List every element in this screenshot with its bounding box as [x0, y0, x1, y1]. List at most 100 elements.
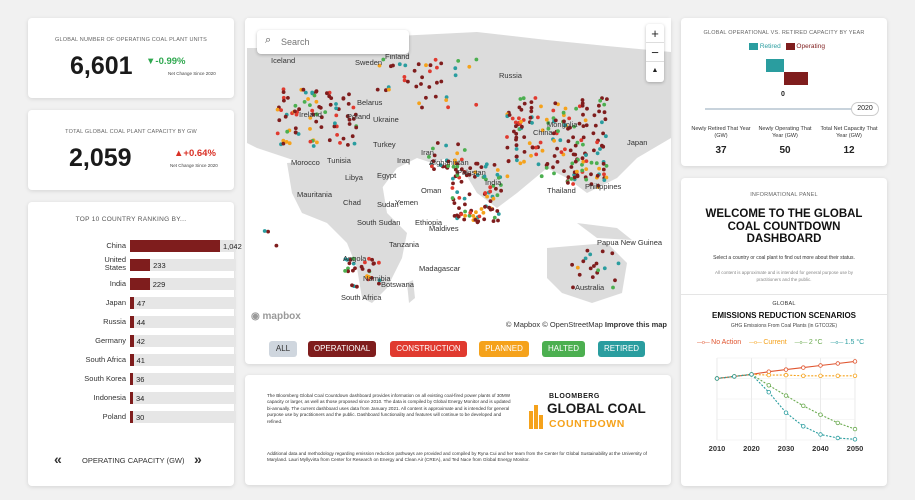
coal-plant-marker[interactable] — [462, 148, 467, 152]
coal-plant-marker[interactable] — [354, 125, 359, 130]
coal-plant-marker[interactable] — [266, 229, 270, 234]
coal-plant-marker[interactable] — [594, 161, 599, 166]
coal-plant-marker[interactable] — [416, 62, 421, 67]
scenario-legend-item[interactable]: —o— 1.5 °C — [831, 339, 865, 346]
scenario-legend-item[interactable]: —o— No Action — [697, 339, 741, 346]
coal-plant-marker[interactable] — [506, 159, 511, 164]
coal-plant-marker[interactable] — [530, 121, 534, 125]
coal-plant-marker[interactable] — [355, 284, 359, 289]
coal-plant-marker[interactable] — [314, 99, 319, 104]
coal-plant-marker[interactable] — [319, 125, 324, 129]
ranking-row[interactable]: South Korea 36 — [28, 373, 258, 385]
coal-plant-marker[interactable] — [605, 97, 609, 101]
coal-plant-marker[interactable] — [450, 196, 455, 200]
coal-plant-marker[interactable] — [519, 119, 523, 124]
coal-plant-marker[interactable] — [459, 179, 464, 184]
coal-plant-marker[interactable] — [317, 105, 322, 109]
coal-plant-marker[interactable] — [403, 63, 408, 68]
coal-plant-marker[interactable] — [562, 169, 566, 174]
coal-plant-marker[interactable] — [600, 143, 604, 148]
coal-plant-marker[interactable] — [474, 210, 478, 215]
coal-plant-marker[interactable] — [420, 105, 424, 110]
coal-plant-marker[interactable] — [495, 209, 500, 213]
coal-plant-marker[interactable] — [581, 259, 586, 264]
coal-plant-marker[interactable] — [310, 90, 315, 95]
coal-plant-marker[interactable] — [514, 135, 519, 140]
coal-plant-marker[interactable] — [285, 129, 290, 134]
coal-plant-marker[interactable] — [538, 140, 543, 145]
coal-plant-marker[interactable] — [450, 186, 455, 190]
coal-plant-marker[interactable] — [457, 196, 462, 200]
coal-plant-marker[interactable] — [446, 105, 450, 110]
coal-plant-marker[interactable] — [518, 161, 523, 166]
coal-plant-marker[interactable] — [603, 117, 608, 122]
data-point[interactable] — [801, 373, 806, 378]
coal-plant-marker[interactable] — [412, 68, 417, 73]
coal-plant-marker[interactable] — [552, 171, 556, 176]
coal-plant-marker[interactable] — [566, 139, 571, 144]
coal-plant-marker[interactable] — [492, 215, 497, 220]
coal-plant-marker[interactable] — [293, 103, 298, 108]
coal-plant-marker[interactable] — [301, 87, 306, 92]
coal-plant-marker[interactable] — [406, 79, 410, 84]
coal-plant-marker[interactable] — [577, 272, 582, 277]
coal-plant-marker[interactable] — [505, 174, 510, 179]
coal-plant-marker[interactable] — [467, 64, 472, 69]
search-box[interactable]: ⌕ — [257, 30, 409, 54]
coal-plant-marker[interactable] — [435, 141, 440, 145]
coal-plant-marker[interactable] — [350, 134, 355, 139]
data-point[interactable] — [852, 426, 858, 432]
coal-plant-marker[interactable] — [594, 261, 599, 266]
coal-plant-marker[interactable] — [522, 150, 527, 154]
coal-plant-marker[interactable] — [520, 124, 524, 129]
coal-plant-marker[interactable] — [459, 212, 464, 217]
coal-plant-marker[interactable] — [279, 108, 283, 112]
coal-plant-marker[interactable] — [314, 89, 318, 94]
coal-plant-marker[interactable] — [350, 283, 354, 288]
coal-plant-marker[interactable] — [334, 102, 338, 106]
coal-plant-marker[interactable] — [580, 98, 585, 102]
coal-plant-marker[interactable] — [293, 109, 297, 114]
coal-plant-marker[interactable] — [433, 94, 438, 99]
coal-plant-marker[interactable] — [308, 103, 312, 107]
coal-plant-marker[interactable] — [456, 142, 460, 147]
coal-plant-marker[interactable] — [522, 135, 527, 139]
coal-plant-marker[interactable] — [593, 123, 598, 128]
coal-plant-marker[interactable] — [575, 265, 580, 270]
coal-plant-marker[interactable] — [397, 62, 402, 67]
coal-plant-marker[interactable] — [327, 138, 332, 143]
coal-plant-marker[interactable] — [468, 210, 473, 215]
coal-plant-marker[interactable] — [551, 108, 556, 113]
coal-plant-marker[interactable] — [424, 95, 428, 100]
coal-plant-marker[interactable] — [590, 275, 595, 279]
coal-plant-marker[interactable] — [274, 243, 279, 248]
coal-plant-marker[interactable] — [402, 75, 407, 79]
data-point[interactable] — [766, 372, 771, 378]
coal-plant-marker[interactable] — [462, 217, 467, 222]
coal-plant-marker[interactable] — [334, 106, 338, 111]
coal-plant-marker[interactable] — [581, 135, 586, 140]
coal-plant-marker[interactable] — [584, 167, 589, 172]
coal-plant-marker[interactable] — [328, 102, 333, 107]
data-point[interactable] — [835, 435, 840, 441]
coal-plant-marker[interactable] — [588, 266, 593, 271]
coal-plant-marker[interactable] — [570, 262, 574, 267]
coal-plant-marker[interactable] — [555, 146, 559, 151]
data-point[interactable] — [783, 393, 789, 398]
ranking-row[interactable]: China 1,042 — [28, 240, 258, 252]
coal-plant-marker[interactable] — [584, 177, 589, 182]
coal-plant-marker[interactable] — [325, 91, 329, 96]
coal-plant-marker[interactable] — [287, 141, 292, 146]
coal-plant-marker[interactable] — [372, 261, 376, 266]
coal-plant-marker[interactable] — [347, 122, 352, 126]
coal-plant-marker[interactable] — [585, 248, 590, 253]
coal-plant-marker[interactable] — [451, 181, 455, 186]
coal-plant-marker[interactable] — [512, 129, 516, 134]
coal-plant-marker[interactable] — [453, 73, 458, 78]
coal-plant-marker[interactable] — [580, 168, 585, 173]
coal-plant-marker[interactable] — [370, 257, 374, 262]
coal-plant-marker[interactable] — [539, 174, 544, 179]
coal-plant-marker[interactable] — [312, 93, 317, 98]
coal-plant-marker[interactable] — [435, 80, 439, 85]
coal-plant-marker[interactable] — [353, 266, 357, 271]
